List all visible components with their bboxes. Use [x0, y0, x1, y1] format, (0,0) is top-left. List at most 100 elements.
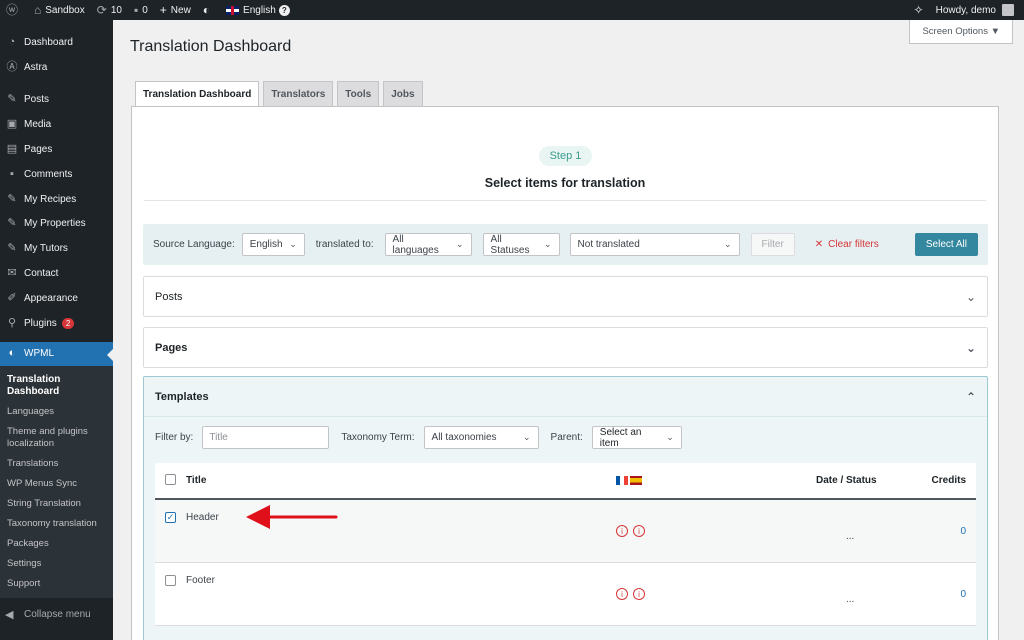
row-translation-status: ii	[616, 563, 816, 625]
parent-label: Parent:	[550, 432, 583, 443]
spanish-flag-icon	[630, 476, 642, 485]
new-content-link[interactable]: + New	[154, 0, 197, 20]
row-credits: 0	[916, 563, 976, 625]
tab-translation-dashboard[interactable]: Translation Dashboard	[135, 81, 260, 108]
pages-section-header[interactable]: Pages ⌄	[144, 328, 987, 367]
sidebar-item-plugins[interactable]: ⚲ Plugins 2	[0, 311, 113, 336]
row-date-value: ...	[846, 593, 855, 605]
select-all-button[interactable]: Select All	[914, 233, 978, 256]
column-title: Title	[186, 475, 207, 486]
comments-link[interactable]: ▪ 0	[128, 0, 154, 20]
info-icon[interactable]: i	[616, 588, 628, 600]
clear-filters-button[interactable]: ✕ Clear filters	[815, 239, 879, 250]
close-icon: ✕	[814, 239, 824, 250]
submenu-string-translation[interactable]: String Translation	[0, 494, 113, 514]
updates-link[interactable]: ⟳ 10	[91, 0, 128, 20]
sidebar-item-contact[interactable]: ✉ Contact	[0, 261, 113, 286]
submenu-support[interactable]: Support	[0, 574, 113, 594]
column-languages	[616, 476, 816, 485]
status-select[interactable]: All Statuses ⌄	[482, 233, 560, 256]
pin-icon: ✎	[7, 192, 17, 205]
avatar	[1002, 4, 1014, 16]
language-switcher[interactable]: English?	[220, 0, 296, 20]
filter-button[interactable]: Filter	[750, 233, 795, 256]
updates-count: 10	[110, 4, 122, 16]
submenu-translation-dashboard[interactable]: Translation Dashboard	[0, 370, 113, 402]
templates-table: Title Date / Status Credits ✓ Header ii …	[155, 463, 976, 626]
sidebar-item-label: Plugins	[24, 317, 57, 329]
wpml-bar-link[interactable]: ◐	[197, 0, 220, 20]
templates-filter-row: Filter by: Title Taxonomy Term: All taxo…	[144, 416, 987, 458]
sidebar-item-wpml[interactable]: ◐ WPML	[0, 341, 113, 367]
wordpress-logo[interactable]: ⓦ	[0, 0, 28, 20]
table-header: Title Date / Status Credits	[155, 463, 976, 500]
tab-jobs[interactable]: Jobs	[383, 81, 423, 108]
sidebar-item-posts[interactable]: ✎ Posts	[0, 88, 113, 113]
sidebar-item-my-properties[interactable]: ✎ My Properties	[0, 212, 113, 237]
language-label: English	[243, 4, 276, 16]
row-date: ...	[816, 500, 916, 562]
refresh-icon: ⟳	[96, 3, 107, 17]
submenu-languages[interactable]: Languages	[0, 402, 113, 422]
translation-state-select[interactable]: Not translated ⌄	[569, 233, 740, 256]
ai-sparkle-button[interactable]: ✧	[908, 0, 930, 20]
site-name-link[interactable]: ⌂ Sandbox	[28, 0, 91, 20]
title-search-input[interactable]: Title	[202, 426, 330, 449]
sidebar-item-comments[interactable]: ▪ Comments	[0, 162, 113, 187]
sidebar-item-appearance[interactable]: ✐ Appearance	[0, 286, 113, 311]
submenu-wp-menus-sync[interactable]: WP Menus Sync	[0, 474, 113, 494]
plus-icon: +	[159, 3, 167, 17]
tab-translators[interactable]: Translators	[263, 81, 334, 108]
info-icon[interactable]: i	[633, 525, 645, 537]
pages-section[interactable]: Pages ⌄	[143, 327, 988, 368]
posts-section-header[interactable]: Posts ⌄	[144, 277, 987, 316]
collapse-menu-button[interactable]: ◀ Collapse menu	[0, 598, 113, 631]
pin-icon: ✎	[7, 93, 17, 106]
section-title: Pages	[155, 341, 188, 354]
sidebar-item-label: Media	[24, 119, 52, 131]
info-icon[interactable]: i	[633, 588, 645, 600]
wordpress-icon: ⓦ	[6, 3, 19, 17]
table-row[interactable]: Footer ii ... 0	[155, 563, 976, 626]
submenu-translations[interactable]: Translations	[0, 454, 113, 474]
row-translation-status: ii	[616, 500, 816, 562]
sidebar-item-dashboard[interactable]: ◔ Dashboard	[0, 30, 113, 55]
select-value: Select an item	[599, 426, 642, 449]
submenu-taxonomy-translation[interactable]: Taxonomy translation	[0, 514, 113, 534]
submenu-packages[interactable]: Packages	[0, 534, 113, 554]
tab-tools[interactable]: Tools	[337, 81, 380, 108]
select-all-checkbox[interactable]	[165, 473, 176, 485]
templates-section-header[interactable]: Templates ⌃	[144, 377, 987, 416]
sidebar-item-label: My Tutors	[24, 243, 68, 255]
source-language-select[interactable]: English ⌄	[241, 233, 305, 256]
caret-down-icon: ▼	[990, 26, 1000, 37]
submenu-settings[interactable]: Settings	[0, 554, 113, 574]
sidebar-item-astra[interactable]: Ⓐ Astra	[0, 55, 113, 80]
taxonomy-term-label: Taxonomy Term:	[341, 432, 415, 443]
wpml-submenu: Translation Dashboard Languages Theme an…	[0, 366, 113, 599]
taxonomy-select[interactable]: All taxonomies ⌄	[423, 426, 539, 449]
sidebar-item-label: Contact	[24, 268, 59, 280]
posts-section[interactable]: Posts ⌄	[143, 276, 988, 317]
credits-link[interactable]: 0	[960, 526, 966, 537]
sidebar-item-pages[interactable]: ▤ Pages	[0, 137, 113, 162]
sidebar-item-label: My Recipes	[24, 193, 77, 205]
sidebar-item-my-tutors[interactable]: ✎ My Tutors	[0, 236, 113, 261]
sidebar-item-media[interactable]: ▣ Media	[0, 112, 113, 137]
home-icon: ⌂	[34, 3, 42, 17]
clear-filters-label: Clear filters	[828, 239, 879, 250]
row-checkbox[interactable]	[165, 575, 176, 586]
column-credits: Credits	[931, 475, 966, 486]
page-title: Translation Dashboard	[130, 38, 292, 55]
info-icon[interactable]: i	[616, 525, 628, 537]
sidebar-item-my-recipes[interactable]: ✎ My Recipes	[0, 187, 113, 212]
row-checkbox[interactable]: ✓	[165, 512, 176, 523]
brush-icon: ✐	[7, 291, 17, 304]
parent-select[interactable]: Select an item ⌄	[591, 426, 682, 449]
annotation-arrow-icon	[246, 505, 338, 529]
target-language-select[interactable]: All languages ⌄	[384, 233, 472, 256]
submenu-theme-plugins-localization[interactable]: Theme and plugins localization	[0, 422, 113, 454]
screen-options-button[interactable]: Screen Options ▼	[909, 20, 1013, 44]
credits-link[interactable]: 0	[960, 589, 966, 600]
user-account-menu[interactable]: Howdy, demo	[930, 0, 1024, 20]
